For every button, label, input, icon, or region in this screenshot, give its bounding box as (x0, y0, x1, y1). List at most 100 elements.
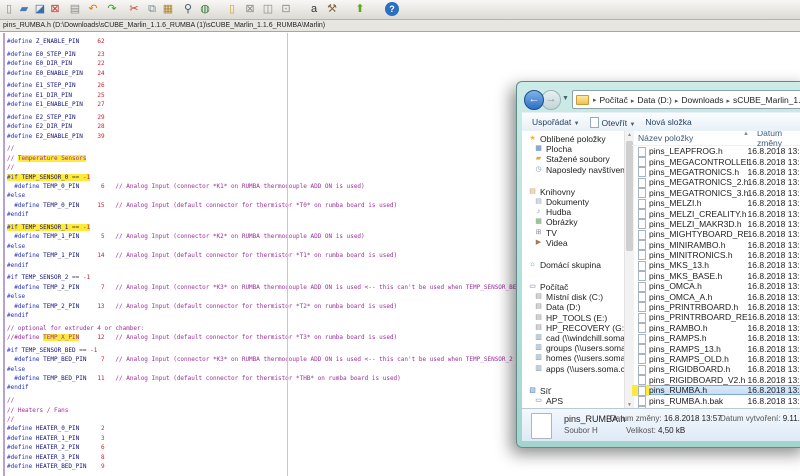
cascade-window-icon[interactable]: ⊡ (279, 2, 293, 16)
selected-file-icon (531, 413, 552, 439)
file-row[interactable]: pins_MEGATRONICS.h16.8.2018 13:57 (632, 167, 800, 177)
sidebar-item-homes-users-soma-cz[interactable]: ▥homes (\\users.soma.cz) (522, 353, 624, 363)
find-icon[interactable]: ⚲ (181, 2, 195, 16)
file-row[interactable]: pins_LEAPFROG.h16.8.2018 13:57 (632, 146, 800, 156)
file-row[interactable]: pins_MKS_13.h16.8.2018 13:57 (632, 260, 800, 270)
highlighted-code-segment: #if (7, 174, 21, 181)
sidebar-item-obl-ben-polo-ky[interactable]: ★Oblíbené položky (522, 134, 624, 144)
sidebar-item-aps[interactable]: ▭APS (522, 396, 624, 406)
new-file-icon[interactable]: ▯ (2, 2, 16, 16)
help-icon[interactable]: ? (385, 2, 399, 16)
sidebar-item-po-ta[interactable]: ▭Počítač (522, 282, 624, 292)
breadcrumb-segment[interactable]: Data (D:) (635, 95, 673, 105)
file-row[interactable]: pins_MEGATRONICS_3.h16.8.2018 13:57 (632, 188, 800, 198)
file-row[interactable]: pins_RAMPS.h16.8.2018 13:57 (632, 333, 800, 343)
network-drive-icon: ▥ (534, 364, 543, 374)
file-row[interactable]: pins_MINITRONICS.h16.8.2018 13:57 (632, 250, 800, 260)
cut-icon[interactable]: ✂ (127, 2, 141, 16)
history-dropdown-icon[interactable]: ▼ (562, 95, 569, 102)
star-icon: ★ (528, 134, 537, 144)
open-file-icon[interactable]: ▰ (17, 2, 31, 16)
file-row[interactable]: pins_RUMBA.h.bak16.8.2018 13:57 (632, 395, 800, 405)
column-header-name[interactable]: Název položky▲ (632, 133, 757, 143)
highlighted-code-segment: TEMP_SENSOR_0 (21, 174, 68, 181)
file-row[interactable]: pins_RAMPS_OLD.h16.8.2018 13:57 (632, 354, 800, 364)
file-row[interactable]: pins_MIGHTYBOARD_REVE.h16.8.2018 13:57 (632, 229, 800, 239)
sidebar-item-apps-users-soma-cz-z[interactable]: ▥apps (\\users.soma.cz) (Z (522, 364, 624, 374)
code-segment (86, 375, 97, 382)
highlighted-code-segment: Temperature Sensors (18, 155, 87, 162)
code-segment (76, 82, 98, 89)
close-window-icon[interactable]: ⊠ (243, 2, 257, 16)
sidebar-item-hp-recovery-g[interactable]: ▤HP_RECOVERY (G:) (522, 323, 624, 333)
forward-button[interactable]: → (541, 90, 561, 110)
code-segment (79, 38, 97, 45)
highlighted-code-segment: == (68, 224, 82, 231)
sidebar-item-m-stn-disk-c[interactable]: ▤Místní disk (C:) (522, 292, 624, 302)
close-file-icon[interactable]: ⊠ (48, 2, 62, 16)
back-button[interactable]: ← (524, 90, 544, 110)
file-row[interactable]: pins_MELZI_CREALITY.h16.8.2018 13:57 (632, 208, 800, 218)
sidebar-item-s[interactable]: ▧Síť (522, 386, 624, 396)
file-row[interactable]: pins_RIGIDBOARD_V2.h16.8.2018 13:57 (632, 375, 800, 385)
organize-button[interactable]: Uspořádat ▼ (532, 117, 580, 127)
sidebar-item-dokumenty[interactable]: ▤Dokumenty (522, 197, 624, 207)
settings-icon[interactable]: ⚒ (325, 2, 339, 16)
file-row[interactable]: pins_PRINTRBOARD.h16.8.2018 13:57 (632, 302, 800, 312)
sidebar-item-knihovny[interactable]: ▤Knihovny (522, 187, 624, 197)
file-page-icon (638, 396, 646, 406)
undo-icon[interactable]: ↶ (86, 2, 100, 16)
file-row[interactable]: pins_RAMBO.h16.8.2018 13:57 (632, 323, 800, 333)
copy-icon[interactable]: ⧉ (145, 2, 159, 16)
new-folder-button[interactable]: Nová složka (645, 117, 691, 127)
sidebar-item-cad-windchill-soma-cz[interactable]: ▥cad (\\windchill.soma.cz) (522, 333, 624, 343)
code-segment: // Analog Input (default connector for t… (115, 334, 397, 341)
command-bar: Uspořádat ▼ Otevřít ▼ Nová složka (522, 112, 800, 132)
sidebar-item-dom-c-skupina[interactable]: ⌂Domácí skupina (522, 260, 624, 270)
sidebar-item-hudba[interactable]: ♪Hudba (522, 207, 624, 217)
file-page-icon (590, 117, 599, 128)
find-web-icon[interactable]: ◍ (198, 2, 212, 16)
file-row[interactable]: pins_MEGATRONICS_2.h16.8.2018 13:57 (632, 177, 800, 187)
file-date-modified: 16.8.2018 13:57 (748, 354, 800, 364)
code-line: #define HEATER_BED_PIN 9 (7, 462, 800, 471)
file-row[interactable]: pins_OMCA.h16.8.2018 13:57 (632, 281, 800, 291)
save-file-icon[interactable]: ◪ (33, 2, 47, 16)
file-row[interactable]: pins_MKS_BASE.h16.8.2018 13:57 (632, 271, 800, 281)
file-row[interactable]: pins_OMCA_A.h16.8.2018 13:57 (632, 291, 800, 301)
file-row[interactable]: pins_MELZI_MAKR3D.h16.8.2018 13:57 (632, 219, 800, 229)
homegroup-icon: ⌂ (528, 260, 537, 270)
file-row[interactable]: pins_MINIRAMBO.h16.8.2018 13:57 (632, 240, 800, 250)
sidebar-item-videa[interactable]: ▶Videa (522, 238, 624, 248)
breadcrumb-segment[interactable]: Počítač (598, 95, 630, 105)
sidebar-item-naposledy-nav-t-ven[interactable]: ◷Naposledy navštívené (522, 165, 624, 175)
redo-icon[interactable]: ↷ (105, 2, 119, 16)
sidebar-item-groups-users-soma-cz[interactable]: ▥groups (\\users.soma.cz) (522, 343, 624, 353)
sidebar-item-data-d[interactable]: ▤Data (D:) (522, 302, 624, 312)
update-icon[interactable]: ⬆ (353, 2, 367, 16)
file-name: pins_MINITRONICS.h (649, 250, 748, 260)
breadcrumb-segment[interactable]: Downloads (679, 95, 725, 105)
sidebar-item-obr-zky[interactable]: ▦Obrázky (522, 217, 624, 227)
open-button[interactable]: Otevřít ▼ (590, 117, 636, 128)
sidebar-item-plocha[interactable]: ▦Plocha (522, 144, 624, 154)
sidebar-item-sta-en-soubory[interactable]: ▰Stažené soubory (522, 154, 624, 164)
file-name: pins_LEAPFROG.h (649, 146, 748, 156)
sidebar-item-tv[interactable]: ⊞TV (522, 228, 624, 238)
paste-icon[interactable]: ▦ (161, 2, 175, 16)
split-window-icon[interactable]: ◫ (261, 2, 275, 16)
print-icon[interactable]: ▤ (68, 2, 82, 16)
breadcrumb[interactable]: ▸ Počítač▸Data (D:)▸Downloads▸sCUBE_Marl… (572, 90, 800, 109)
file-row[interactable]: pins_PRINTRBOARD_REVF.h16.8.2018 13:57 (632, 312, 800, 322)
editor-tab[interactable]: pins_RUMBA.h (D:\Downloads\sCUBE_Marlin_… (0, 20, 800, 32)
file-row[interactable]: pins_MEGACONTROLLER.h16.8.2018 13:57 (632, 156, 800, 166)
file-row[interactable]: pins_RAMPS_13.h16.8.2018 13:57 (632, 343, 800, 353)
new-note-icon[interactable]: ▯ (225, 2, 239, 16)
font-icon[interactable]: a (307, 2, 321, 16)
file-row-selected[interactable]: pins_RUMBA.h16.8.2018 13:57 (632, 385, 800, 395)
breadcrumb-segment[interactable]: sCUBE_Marlin_1.1.6_RUMBA (1) (731, 95, 800, 105)
sidebar-item-hp-tools-e[interactable]: ▤HP_TOOLS (E:) (522, 313, 624, 323)
file-row[interactable]: pins_MELZI.h16.8.2018 13:57 (632, 198, 800, 208)
file-page-icon (638, 334, 646, 344)
file-row[interactable]: pins_RIGIDBOARD.h16.8.2018 13:57 (632, 364, 800, 374)
